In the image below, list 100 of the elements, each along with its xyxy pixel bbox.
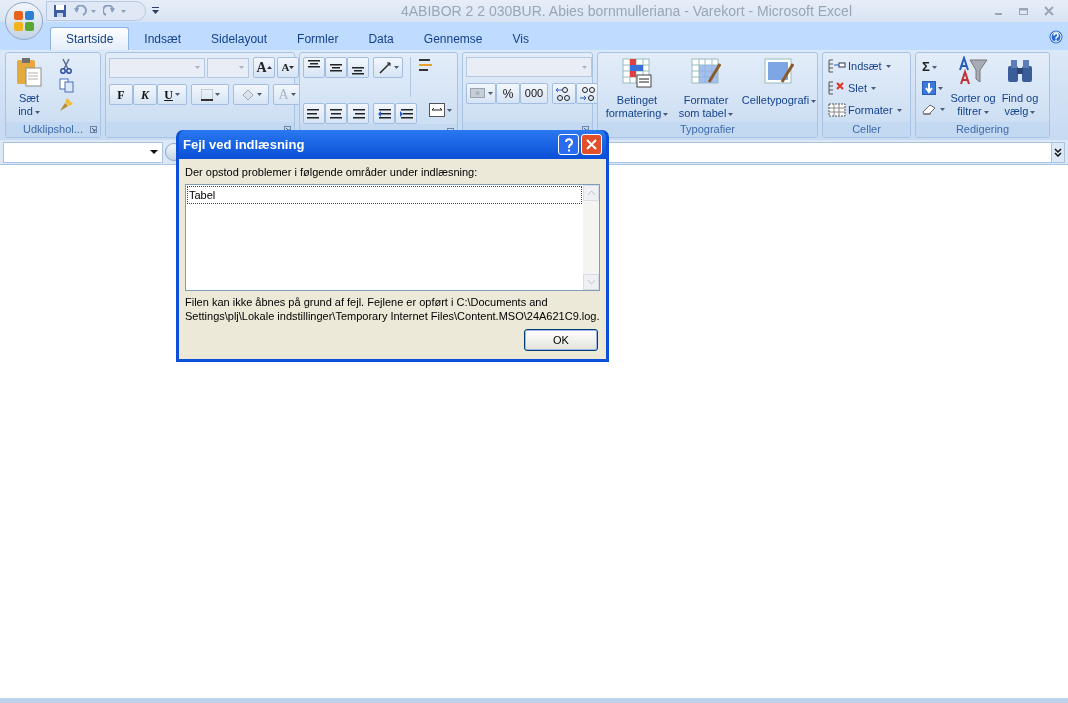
office-logo-icon [13, 10, 35, 32]
align-right-button[interactable] [347, 103, 369, 124]
shrink-font-button[interactable]: A [277, 57, 299, 78]
dialog-title: Fejl ved indlæsning [183, 135, 306, 154]
ribbon-tab[interactable]: Sidelayout [196, 27, 283, 50]
group-label: Udklipshol... [23, 122, 83, 138]
format-cells-icon [828, 103, 846, 117]
autosum-button[interactable]: Σ [922, 58, 945, 76]
ribbon-tab[interactable]: Vis [497, 27, 544, 50]
scissors-icon[interactable] [59, 58, 73, 74]
double-chevron-icon [1054, 147, 1062, 157]
align-right-icon [351, 106, 365, 121]
ok-button[interactable]: OK [524, 329, 598, 351]
ribbon-tab[interactable]: Indsæt [129, 27, 197, 50]
ribbon-tab[interactable]: Gennemse [408, 27, 498, 50]
increase-decimal-icon [555, 85, 573, 102]
error-details: Filen kan ikke åbnes på grund af fejl. Fejlene er opført i C:\Documents and Settings\plj\Lokale indstillinger\Temporary Internet Files\Content.MSO\24A621C9.log. [185, 294, 601, 323]
customize-toolbar-icon[interactable] [152, 7, 159, 15]
ribbon-tab[interactable]: Startside [50, 27, 130, 50]
caret-icon [1030, 110, 1036, 114]
close-icon [586, 139, 597, 150]
increase-indent-icon [399, 106, 413, 121]
cells-button[interactable]: Indsæt [828, 56, 902, 76]
paste-button[interactable]: Sæt ind [9, 56, 49, 122]
underline-button[interactable]: U [157, 84, 187, 105]
dropdown-icon [150, 150, 158, 154]
copy-icon[interactable] [59, 78, 74, 93]
style-button[interactable]: Betinget formatering [601, 58, 673, 122]
banknote-icon [469, 87, 486, 100]
style-button[interactable]: Formater som tabel [675, 58, 737, 122]
align-top-icon [308, 60, 320, 68]
align-left-icon [307, 106, 321, 121]
align-center-button[interactable] [325, 103, 347, 124]
caret-icon [663, 112, 669, 116]
save-icon[interactable] [53, 4, 67, 18]
caret-icon [940, 107, 945, 111]
percent-button[interactable]: % [496, 83, 520, 104]
fill-down-icon [922, 81, 936, 95]
grow-font-button[interactable]: A [253, 57, 275, 78]
merge-cells-icon[interactable] [429, 103, 453, 117]
dialog-launcher-icon[interactable] [90, 126, 97, 133]
align-left-button[interactable] [303, 103, 325, 124]
office-button[interactable] [5, 2, 43, 40]
borders-button[interactable] [191, 84, 229, 105]
caret-icon [728, 112, 734, 116]
increase-decimal-button[interactable] [552, 83, 576, 104]
insert-cells-icon [828, 59, 846, 73]
help-icon[interactable] [1049, 30, 1063, 44]
align-top-button[interactable] [303, 57, 325, 78]
ribbon-tab[interactable]: Formler [282, 27, 354, 50]
expand-formula-bar-button[interactable] [1051, 142, 1064, 162]
caret-icon [870, 86, 876, 90]
fill-color-button[interactable] [233, 84, 269, 105]
decrease-indent-button[interactable] [373, 103, 395, 124]
fill-button[interactable] [922, 79, 945, 97]
ribbon-tab[interactable]: Data [353, 27, 409, 50]
dropdown-icon [239, 66, 244, 69]
error-list[interactable]: Tabel [185, 183, 600, 291]
decrease-decimal-button[interactable] [576, 83, 600, 104]
group-label: Redigering [955, 122, 1010, 138]
close-button[interactable] [581, 134, 602, 155]
thousands-button[interactable]: 000 [520, 83, 548, 104]
caret-icon [174, 93, 180, 96]
find-select-button[interactable]: Find og vælg [999, 56, 1041, 122]
align-center-icon [329, 106, 343, 121]
text-angle-icon [377, 60, 392, 75]
caret-icon [487, 92, 493, 95]
align-bottom-button[interactable] [347, 57, 369, 78]
wrap-text-icon[interactable] [418, 57, 434, 73]
question-mark-icon [563, 137, 574, 152]
cells-button[interactable]: Slet [828, 78, 902, 98]
bold-button[interactable]: F [109, 84, 133, 105]
italic-button[interactable]: K [133, 84, 157, 105]
font-size-field[interactable] [207, 57, 249, 78]
style-button[interactable]: Celletypografi [739, 58, 819, 122]
orientation-button[interactable] [373, 57, 403, 78]
borders-icon [200, 88, 213, 101]
font-name-field[interactable] [109, 57, 205, 78]
align-middle-button[interactable] [325, 57, 347, 78]
cells-button[interactable]: Formater [828, 100, 902, 120]
conditional-format-icon [622, 58, 652, 88]
sort-filter-button[interactable]: Sorter og filtrer [947, 56, 999, 122]
decrease-indent-icon [377, 106, 391, 121]
number-format-field[interactable] [466, 57, 592, 77]
list-item[interactable]: Tabel [187, 185, 582, 204]
caret-icon [256, 93, 262, 96]
dropdown-icon [582, 65, 587, 69]
eraser-icon [922, 103, 938, 115]
decrease-decimal-icon [579, 85, 597, 102]
increase-indent-button[interactable] [395, 103, 417, 124]
caret-icon [393, 66, 399, 69]
group-label: Celler [852, 122, 881, 138]
caret-icon [931, 65, 937, 69]
caret-icon [896, 108, 902, 112]
caret-icon [938, 86, 943, 90]
help-button[interactable] [558, 134, 579, 155]
caret-icon [290, 93, 296, 96]
scrollbar[interactable] [583, 184, 599, 290]
up-arrow-icon [266, 66, 272, 69]
caret-icon [214, 93, 220, 96]
